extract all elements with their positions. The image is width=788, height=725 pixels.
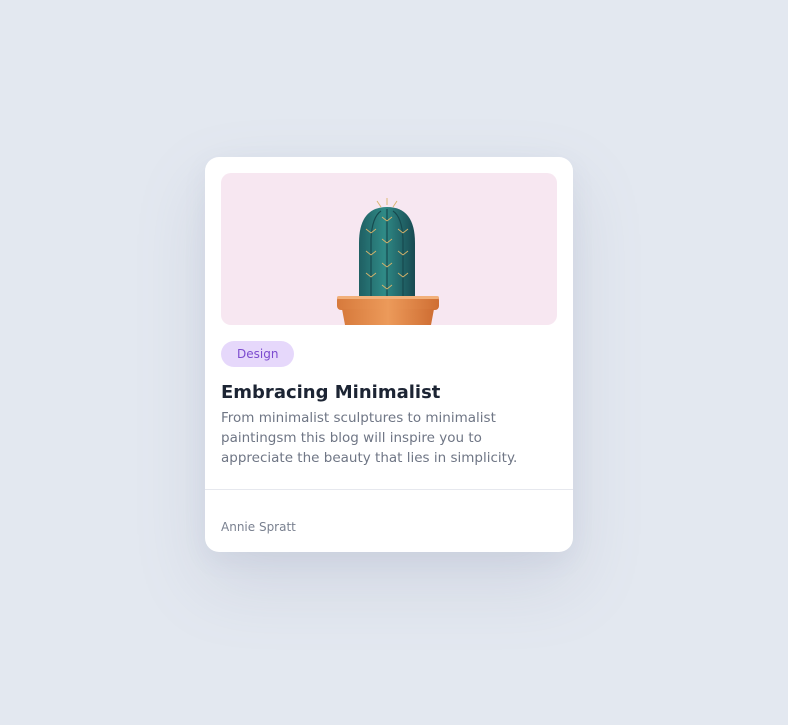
post-title[interactable]: Embracing Minimalist	[221, 381, 440, 405]
blog-card[interactable]: Design Embracing Minimalist From minimal…	[205, 157, 573, 552]
post-excerpt: From minimalist sculptures to minimalist…	[221, 410, 518, 466]
cactus-image	[221, 173, 557, 325]
author-name[interactable]: Annie Spratt	[221, 519, 296, 535]
card-divider	[205, 489, 573, 490]
category-tag[interactable]: Design	[221, 341, 295, 367]
card-image	[221, 173, 557, 325]
